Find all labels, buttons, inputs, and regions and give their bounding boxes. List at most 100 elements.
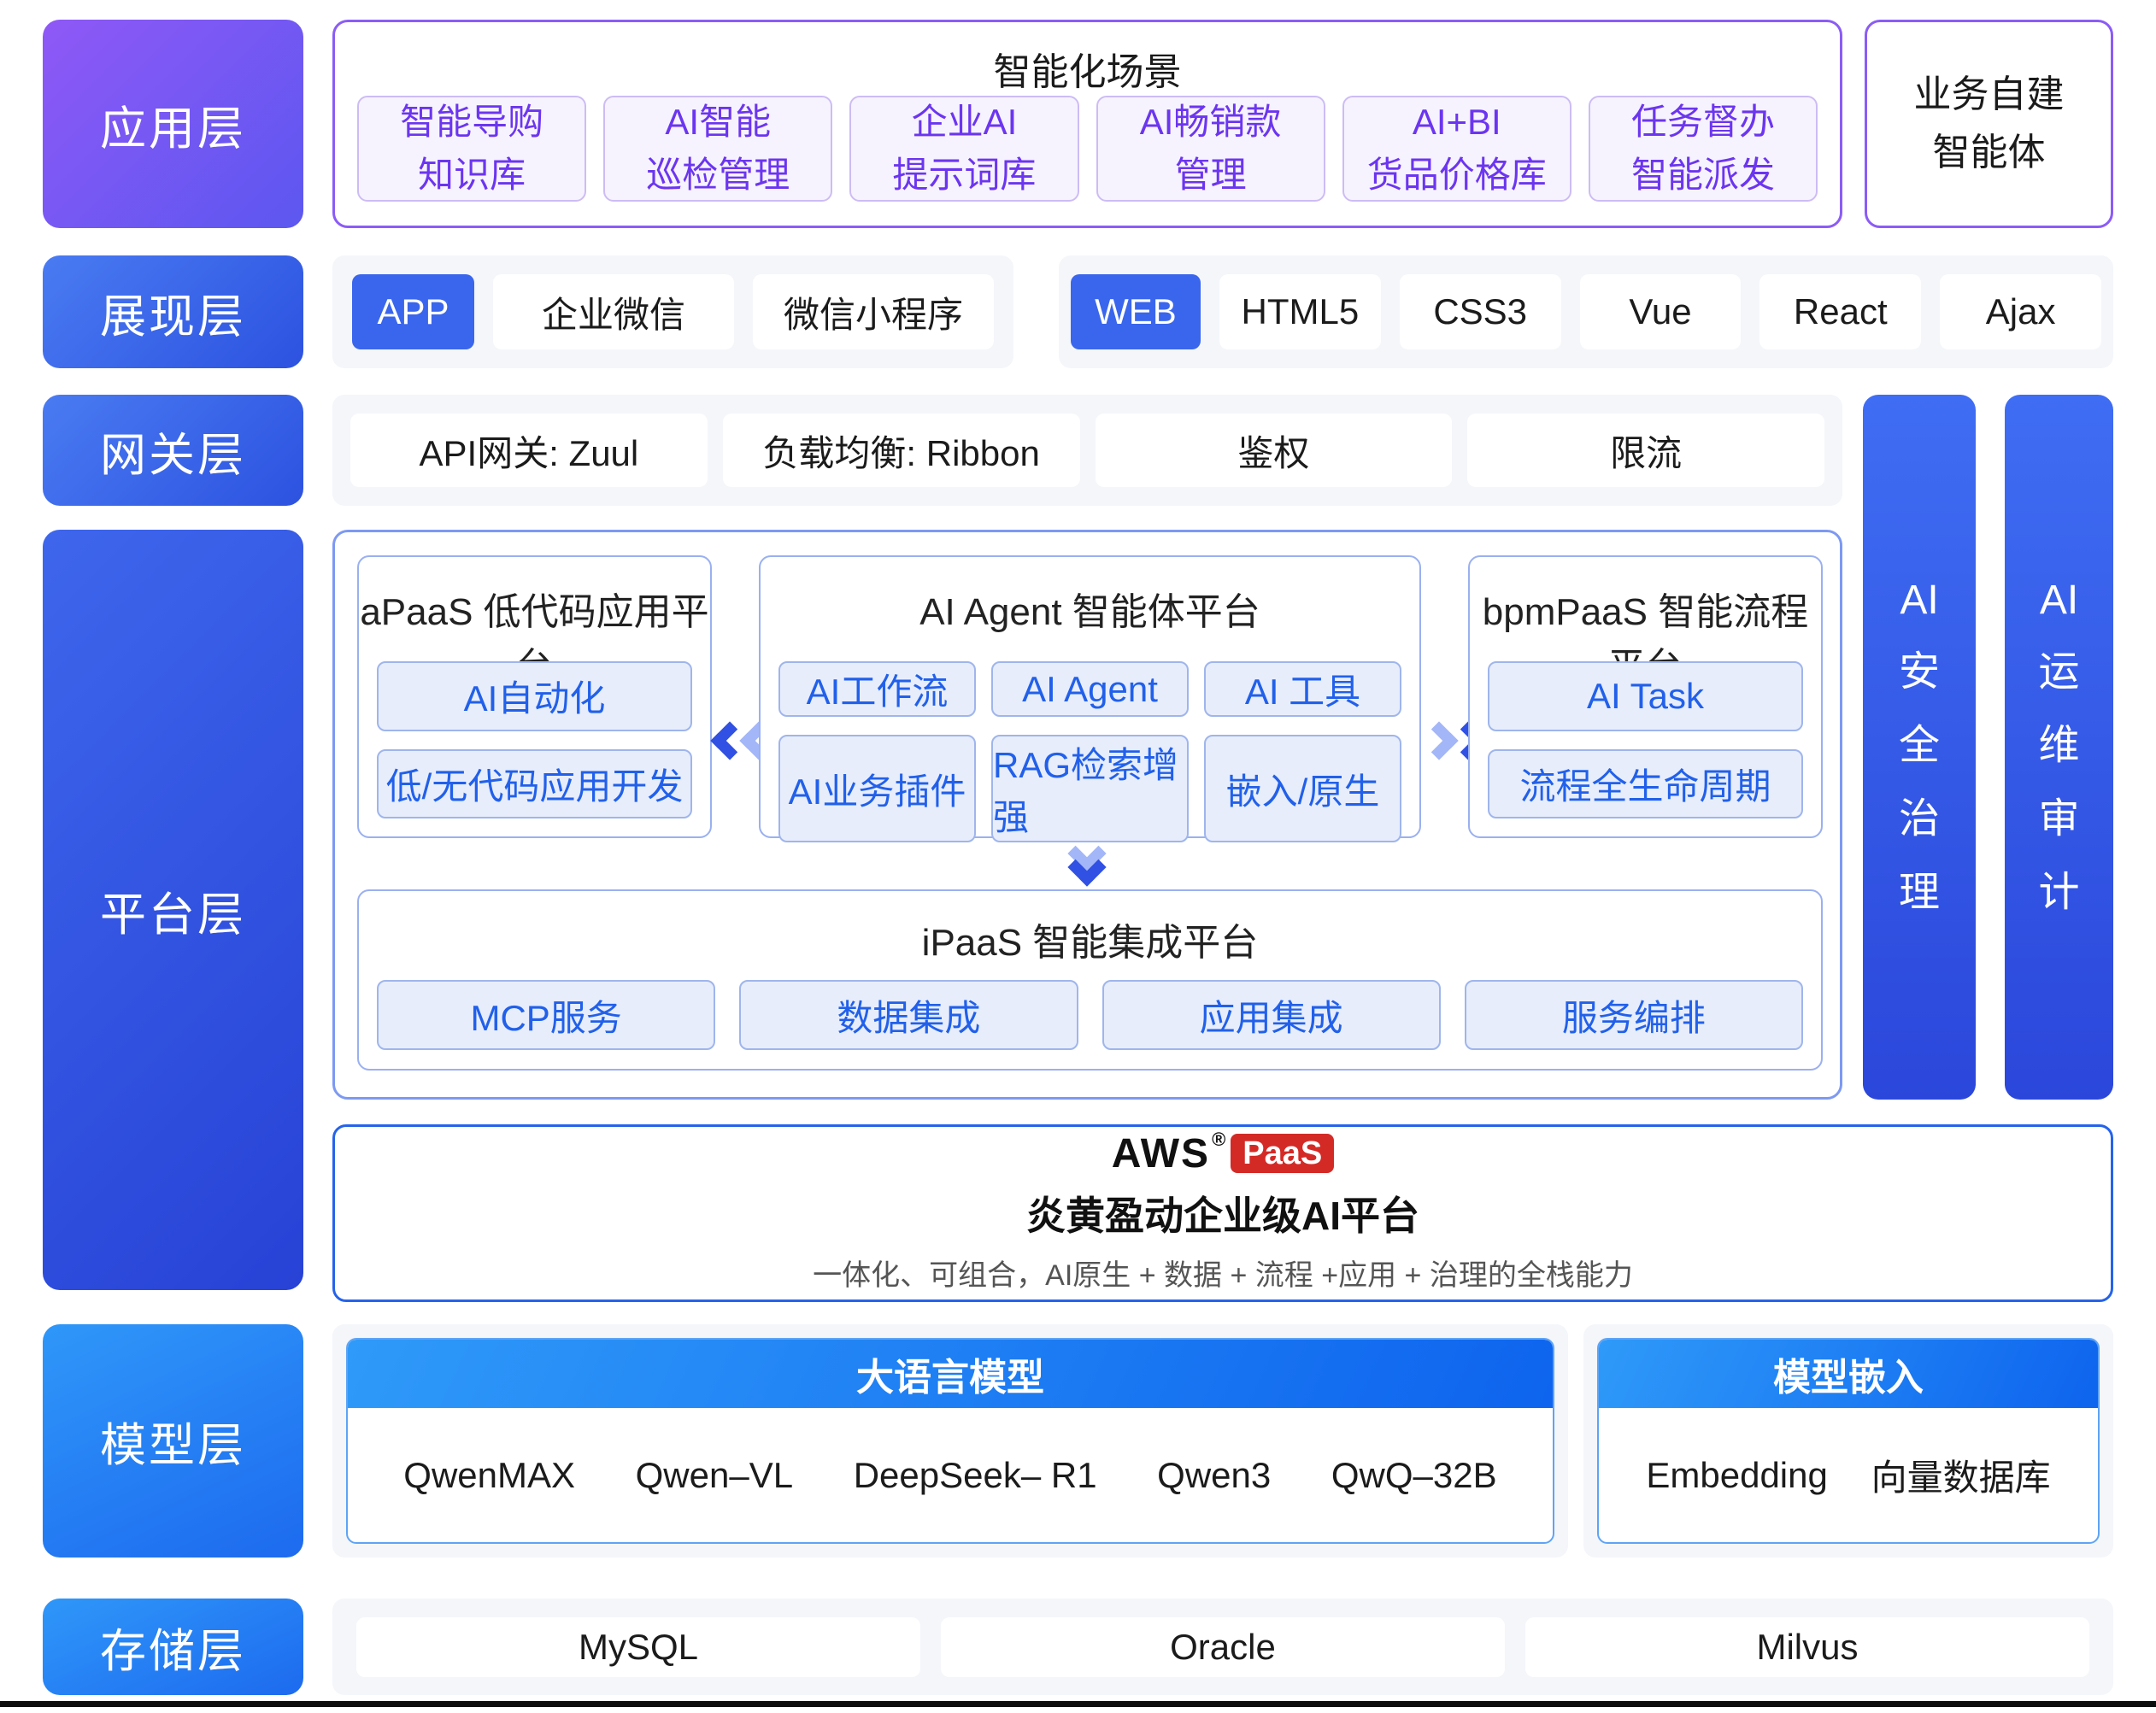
chip-line: 知识库	[418, 149, 526, 202]
scenario-chip-bestseller: AI畅销款 管理	[1096, 96, 1325, 202]
ipaas-chip-orchestration: 服务编排	[1465, 980, 1803, 1050]
chip-line: 提示词库	[892, 149, 1036, 202]
embed-item-vectordb: 向量数据库	[1871, 1449, 2051, 1501]
chip-line: AI畅销款	[1140, 96, 1282, 149]
layer-label-application: 应用层	[43, 20, 303, 228]
scenario-chip-knowledge-base: 智能导购 知识库	[357, 96, 586, 202]
self-built-line: 智能体	[1933, 124, 2046, 182]
vbar-char: 审	[2038, 784, 2079, 844]
presentation-chip-vue: Vue	[1580, 274, 1742, 349]
gateway-group: API网关: Zuul 负载均衡: Ribbon 鉴权 限流	[332, 395, 1842, 506]
storage-chip-mysql: MySQL	[356, 1617, 920, 1677]
vbar-char: 安	[1899, 637, 1940, 697]
awspaas-banner: AWS ® PaaS 炎黄盈动企业级AI平台 一体化、可组合，AI原生 + 数据…	[332, 1124, 2113, 1302]
layer-label-presentation: 展现层	[43, 255, 303, 368]
vbar-char: AI	[1900, 577, 1938, 624]
ai-agent-title: AI Agent 智能体平台	[761, 581, 1419, 636]
llm-item-qwenvl: Qwen–VL	[636, 1455, 793, 1496]
layer-label-storage: 存储层	[43, 1599, 303, 1695]
ai-agent-chips: AI工作流 AI Agent AI 工具 AI业务插件 RAG检索增强 嵌入/原…	[778, 661, 1401, 818]
ipaas-box: iPaaS 智能集成平台 MCP服务 数据集成 应用集成 服务编排	[357, 889, 1823, 1071]
aws-brand-text: AWS	[1112, 1134, 1210, 1175]
architecture-diagram: 应用层 展现层 网关层 平台层 模型层 存储层 智能化场景 智能导购 知识库 A…	[0, 0, 2156, 1713]
ai-agent-row2: AI业务插件 RAG检索增强 嵌入/原生	[778, 735, 1401, 842]
scenario-chip-prompt-library: 企业AI 提示词库	[849, 96, 1078, 202]
llm-group: 大语言模型 QwenMAX Qwen–VL DeepSeek– R1 Qwen3…	[332, 1324, 1568, 1558]
vbar-char: 维	[2038, 711, 2079, 771]
presentation-chip-wecom: 企业微信	[493, 274, 734, 349]
platform-banner-title: 炎黄盈动企业级AI平台	[1026, 1185, 1419, 1241]
ai-agent-box: AI Agent 智能体平台 AI工作流 AI Agent AI 工具 AI业务…	[759, 555, 1421, 838]
llm-item-deepseek: DeepSeek– R1	[854, 1455, 1097, 1496]
scenario-chip-row: 智能导购 知识库 AI智能 巡检管理 企业AI 提示词库 AI畅销款 管理 AI…	[357, 96, 1818, 202]
chip-line: 智能导购	[400, 96, 543, 149]
agent-chip-rag: RAG检索增强	[991, 735, 1189, 842]
double-chevron-down-icon	[1073, 840, 1101, 881]
apaas-box: aPaaS 低代码应用平台 AI自动化 低/无代码应用开发	[357, 555, 712, 838]
presentation-chip-css3: CSS3	[1400, 274, 1561, 349]
presentation-chip-html5: HTML5	[1219, 274, 1381, 349]
chip-line: 货品价格库	[1367, 149, 1547, 202]
self-built-agent-box: 业务自建 智能体	[1865, 20, 2113, 228]
scenario-chip-task-dispatch: 任务督办 智能派发	[1589, 96, 1818, 202]
vbar-char: 全	[1899, 711, 1940, 771]
layer-label-gateway: 网关层	[43, 395, 303, 506]
vbar-char: AI	[2040, 577, 2078, 624]
platform-banner-subtitle: 一体化、可组合，AI原生 + 数据 + 流程 +应用 + 治理的全栈能力	[813, 1252, 1633, 1294]
scenario-chip-inspection: AI智能 巡检管理	[603, 96, 832, 202]
bpmpaas-box: bpmPaaS 智能流程平台 AI Task 流程全生命周期	[1468, 555, 1823, 838]
ipaas-title: iPaaS 智能集成平台	[359, 912, 1821, 966]
chip-line: 巡检管理	[646, 149, 790, 202]
chip-line: 企业AI	[912, 96, 1018, 149]
gateway-chip-auth: 鉴权	[1096, 414, 1453, 487]
platform-container: aPaaS 低代码应用平台 AI自动化 低/无代码应用开发 AI Agent 智…	[332, 530, 1842, 1100]
agent-chip-embed: 嵌入/原生	[1204, 735, 1401, 842]
scenario-chip-price-library: AI+BI 货品价格库	[1342, 96, 1571, 202]
presentation-chip-app: APP	[352, 274, 474, 349]
bpmpaas-chips: AI Task 流程全生命周期	[1488, 661, 1803, 818]
llm-item-qwq32b: QwQ–32B	[1331, 1455, 1497, 1496]
layer-label-model: 模型层	[43, 1324, 303, 1558]
embedding-card-header: 模型嵌入	[1599, 1340, 2098, 1408]
self-built-line: 业务自建	[1914, 66, 2065, 124]
ipaas-chip-data-integ: 数据集成	[739, 980, 1078, 1050]
presentation-chip-ajax: Ajax	[1940, 274, 2101, 349]
storage-chip-milvus: Milvus	[1525, 1617, 2089, 1677]
agent-chip-ai-tools: AI 工具	[1204, 661, 1401, 717]
bpm-chip-lifecycle: 流程全生命周期	[1488, 749, 1803, 819]
chip-line: 任务督办	[1631, 96, 1775, 149]
registered-icon: ®	[1212, 1130, 1225, 1149]
vbar-char: 计	[2038, 858, 2079, 918]
llm-card-header: 大语言模型	[348, 1340, 1553, 1408]
chip-line: 管理	[1175, 149, 1247, 202]
ai-ops-audit-bar: AI 运 维 审 计	[2005, 395, 2113, 1100]
ipaas-chips: MCP服务 数据集成 应用集成 服务编排	[377, 980, 1803, 1050]
presentation-app-group: APP 企业微信 微信小程序	[332, 255, 1013, 368]
scenario-title: 智能化场景	[335, 41, 1840, 96]
agent-chip-plugins: AI业务插件	[778, 735, 976, 842]
layer-label-platform: 平台层	[43, 530, 303, 1290]
gateway-chip-ribbon: 负载均衡: Ribbon	[723, 414, 1080, 487]
agent-chip-workflow: AI工作流	[778, 661, 976, 717]
paas-badge: PaaS	[1231, 1134, 1334, 1173]
presentation-chip-miniprogram: 微信小程序	[753, 274, 994, 349]
agent-chip-ai-agent: AI Agent	[991, 661, 1189, 717]
ai-agent-row1: AI工作流 AI Agent AI 工具	[778, 661, 1401, 717]
storage-group: MySQL Oracle Milvus	[332, 1599, 2113, 1695]
gateway-chip-zuul: API网关: Zuul	[350, 414, 708, 487]
llm-card: 大语言模型 QwenMAX Qwen–VL DeepSeek– R1 Qwen3…	[346, 1338, 1554, 1544]
apaas-chips: AI自动化 低/无代码应用开发	[377, 661, 692, 818]
scenario-container: 智能化场景 智能导购 知识库 AI智能 巡检管理 企业AI 提示词库 AI畅销款…	[332, 20, 1842, 228]
llm-item-qwen3: Qwen3	[1157, 1455, 1271, 1496]
chip-line: AI+BI	[1413, 96, 1501, 149]
ipaas-chip-app-integ: 应用集成	[1102, 980, 1441, 1050]
apaas-chip-ai-automation: AI自动化	[377, 661, 692, 731]
embedding-group: 模型嵌入 Embedding 向量数据库	[1583, 1324, 2113, 1558]
llm-card-body: QwenMAX Qwen–VL DeepSeek– R1 Qwen3 QwQ–3…	[348, 1408, 1553, 1542]
gateway-chip-ratelimit: 限流	[1467, 414, 1824, 487]
bpm-chip-ai-task: AI Task	[1488, 661, 1803, 731]
ai-security-governance-bar: AI 安 全 治 理	[1863, 395, 1976, 1100]
vbar-char: 理	[1899, 858, 1940, 918]
vbar-char: 治	[1899, 784, 1940, 844]
presentation-chip-react: React	[1759, 274, 1921, 349]
